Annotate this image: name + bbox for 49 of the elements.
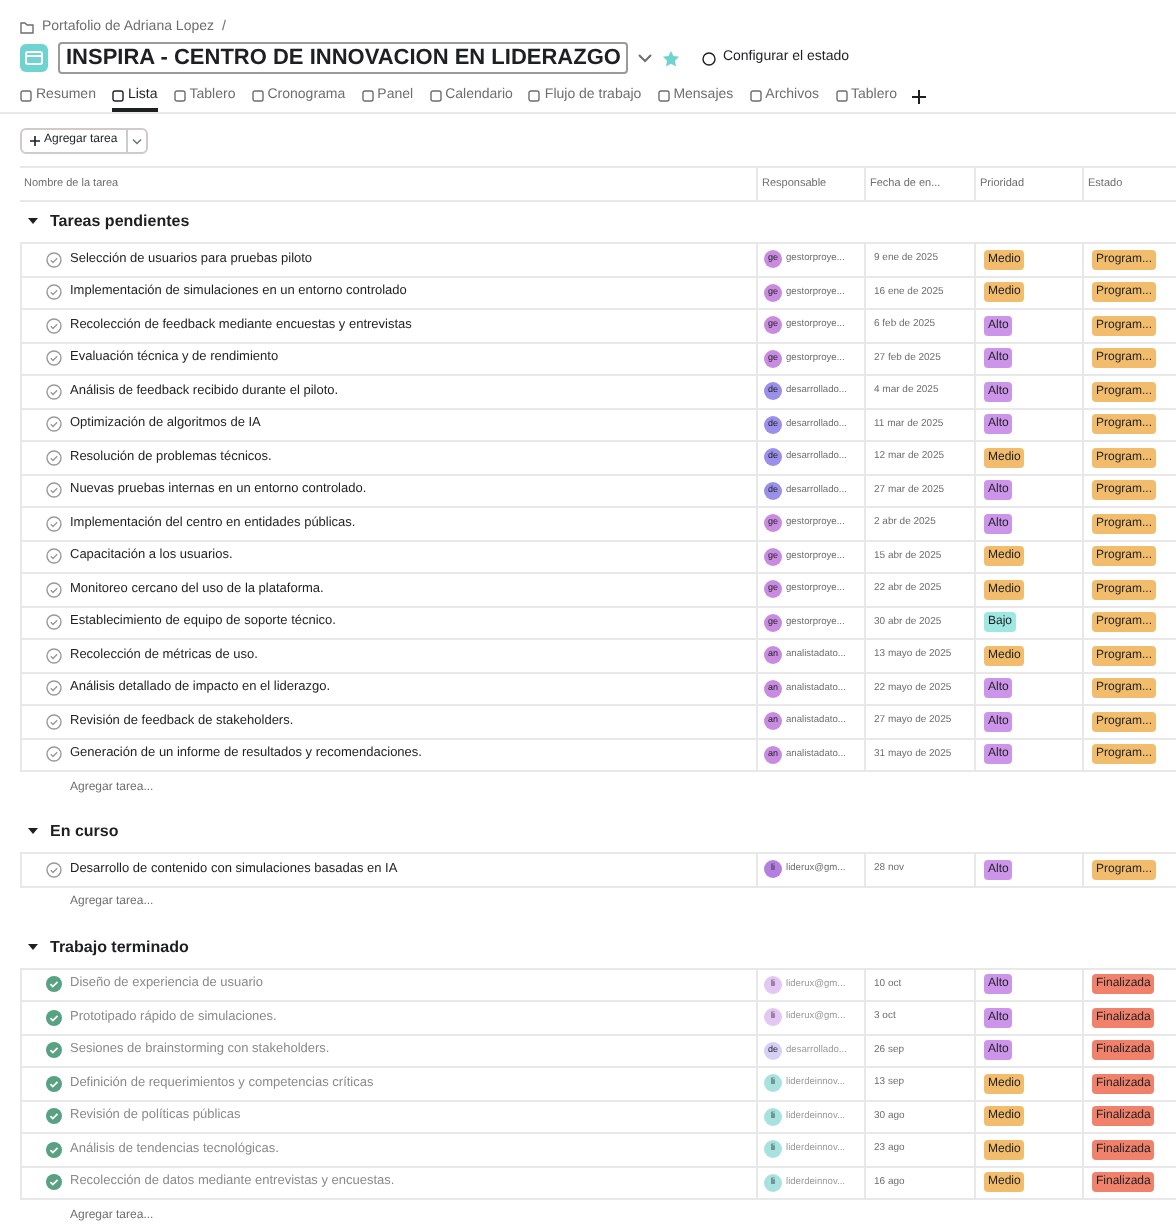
square-icon bbox=[20, 90, 32, 102]
calendar-icon bbox=[20, 44, 48, 72]
star-icon[interactable] bbox=[662, 49, 681, 67]
check-circle-icon[interactable] bbox=[46, 1075, 62, 1092]
plus-icon bbox=[30, 136, 40, 146]
section-title[interactable]: En curso bbox=[50, 820, 119, 844]
square-icon bbox=[749, 90, 762, 102]
check-circle-icon[interactable] bbox=[46, 449, 62, 466]
check-circle-icon[interactable] bbox=[46, 548, 62, 565]
check-circle-icon[interactable] bbox=[46, 1009, 62, 1026]
check-circle-icon[interactable] bbox=[46, 614, 62, 631]
square-icon bbox=[528, 90, 541, 102]
chevron-down-icon[interactable] bbox=[638, 53, 653, 63]
section-title[interactable]: Trabajo terminado bbox=[50, 935, 189, 959]
check-circle-icon[interactable] bbox=[46, 713, 62, 730]
check-circle-icon[interactable] bbox=[46, 515, 62, 532]
square-icon bbox=[361, 90, 374, 102]
section-title[interactable]: Tareas pendientes bbox=[50, 210, 190, 234]
check-circle-icon[interactable] bbox=[46, 251, 62, 268]
plus-icon[interactable] bbox=[912, 90, 927, 104]
check-circle-icon[interactable] bbox=[46, 482, 62, 499]
chevron-down-icon bbox=[131, 137, 142, 145]
caret-down-icon[interactable] bbox=[28, 218, 38, 226]
check-circle-icon[interactable] bbox=[46, 416, 62, 433]
caret-down-icon[interactable] bbox=[28, 828, 38, 836]
project-title-field[interactable]: INSPIRA - CENTRO DE INNOVACION EN LIDERAZGO bbox=[58, 42, 629, 74]
check-circle-icon[interactable] bbox=[46, 680, 62, 697]
check-circle-icon[interactable] bbox=[46, 746, 62, 763]
caret-down-icon[interactable] bbox=[28, 943, 38, 951]
check-circle-icon[interactable] bbox=[46, 284, 62, 301]
check-circle-icon[interactable] bbox=[46, 861, 62, 878]
square-icon bbox=[429, 90, 442, 102]
square-icon bbox=[251, 90, 264, 102]
circle-icon bbox=[702, 51, 717, 65]
square-icon bbox=[835, 90, 847, 102]
folder-icon bbox=[20, 22, 34, 34]
check-circle-icon[interactable] bbox=[46, 383, 62, 400]
check-circle-icon[interactable] bbox=[46, 317, 62, 334]
check-circle-icon[interactable] bbox=[46, 350, 62, 367]
check-circle-icon[interactable] bbox=[46, 1042, 62, 1059]
check-circle-icon[interactable] bbox=[46, 1108, 62, 1125]
square-icon bbox=[657, 90, 670, 102]
check-circle-icon[interactable] bbox=[46, 647, 62, 664]
check-circle-icon[interactable] bbox=[46, 1141, 62, 1158]
check-circle-icon[interactable] bbox=[46, 581, 62, 598]
square-icon bbox=[111, 90, 124, 102]
check-circle-icon[interactable] bbox=[46, 976, 62, 993]
check-circle-icon[interactable] bbox=[46, 1174, 62, 1191]
square-icon bbox=[173, 90, 186, 102]
